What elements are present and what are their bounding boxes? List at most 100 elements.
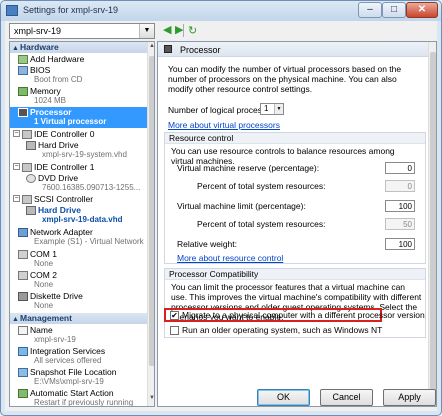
reserve-percent-field <box>385 180 415 192</box>
tree-item-label: Processor <box>30 107 72 117</box>
more-about-virtual-processors-link[interactable]: More about virtual processors <box>168 120 280 130</box>
scroll-down-icon[interactable]: ▼ <box>148 395 154 405</box>
controller-icon <box>22 195 32 204</box>
tree-item-label: SCSI Controller <box>34 194 94 204</box>
vm-selector[interactable]: xmpl-srv-19 ▼ <box>9 23 155 39</box>
reserve-input[interactable] <box>385 162 415 174</box>
tree-item-hard-drive-data[interactable]: Hard Drive xmpl-srv-19-data.vhd <box>10 205 147 225</box>
tree-item-label: DVD Drive <box>38 173 79 183</box>
forward-arrow-icon[interactable]: ▶ <box>175 25 186 36</box>
scrollbar-thumb[interactable] <box>149 56 154 366</box>
tree-item-detail: xmpl-srv-19-system.vhd <box>42 150 127 159</box>
settings-window: Settings for xmpl-srv-19 – □ ✕ xmpl-srv-… <box>0 0 442 416</box>
tree-item-automatic-start[interactable]: Automatic Start Action Restart if previo… <box>10 388 147 406</box>
tree-item-hard-drive-system[interactable]: Hard Drive xmpl-srv-19-system.vhd <box>10 140 147 160</box>
tree-item-label: Hard Drive <box>38 205 81 215</box>
snapshot-icon <box>18 368 28 377</box>
limit-label: Virtual machine limit (percentage): <box>177 201 306 211</box>
refresh-icon[interactable]: ↻ <box>188 24 197 37</box>
collapse-icon: ▲ <box>12 316 19 323</box>
migrate-label[interactable]: Migrate to a physical computer with a di… <box>182 310 425 320</box>
tree-item-label: Add Hardware <box>30 54 85 64</box>
tree-scrollbar[interactable]: ▲ ▼ <box>147 42 154 406</box>
tree-item-label: BIOS <box>30 65 51 75</box>
vm-selector-value: xmpl-srv-19 <box>14 26 62 36</box>
limit-input[interactable] <box>385 200 415 212</box>
toolbar-divider <box>183 24 184 37</box>
back-arrow-icon[interactable]: ◀ <box>163 25 174 36</box>
older-os-label[interactable]: Run an older operating system, such as W… <box>182 325 382 335</box>
tree-item-memory[interactable]: Memory 1024 MB <box>10 86 147 106</box>
diskette-icon <box>18 292 28 301</box>
collapse-toggle-icon[interactable]: − <box>13 130 20 137</box>
limit-percent-field <box>385 218 415 230</box>
tree-item-network-adapter[interactable]: Network Adapter Example (S1) - Virtual N… <box>10 227 147 247</box>
tree-item-detail: 7600.16385.090713-1255... <box>42 183 141 192</box>
older-os-checkbox[interactable] <box>170 326 179 335</box>
tree-item-label: IDE Controller 1 <box>34 162 95 172</box>
hard-drive-icon <box>26 141 36 150</box>
reserve-percent-label: Percent of total system resources: <box>197 181 326 191</box>
tree-item-label: Network Adapter <box>30 227 93 237</box>
tree-item-label: Name <box>30 325 53 335</box>
close-button[interactable]: ✕ <box>406 2 438 18</box>
cancel-button[interactable]: Cancel <box>320 389 373 406</box>
tree-item-label: Integration Services <box>30 346 106 356</box>
tree-item-bios[interactable]: BIOS Boot from CD <box>10 65 147 85</box>
tree-item-detail: All services offered <box>34 356 102 365</box>
dialog-client: xmpl-srv-19 ▼ ◀ ▶ ↻ ▲Hardware Add Hardwa… <box>5 21 437 411</box>
scroll-up-icon[interactable]: ▲ <box>148 43 154 53</box>
tree-item-detail: E:\VMs\xmpl-srv-19 <box>34 377 104 386</box>
tree-item-diskette-drive[interactable]: Diskette Drive None <box>10 291 147 311</box>
tree-item-processor[interactable]: Processor 1 Virtual processor <box>10 107 147 128</box>
more-about-resource-control-link[interactable]: More about resource control <box>177 253 283 263</box>
controller-icon <box>22 163 32 172</box>
dvd-drive-icon <box>26 174 36 183</box>
tree-item-label: Automatic Start Action <box>30 388 114 398</box>
com-port-icon <box>18 250 28 259</box>
tree-item-com-1[interactable]: COM 1 None <box>10 249 147 269</box>
tree-item-label: COM 1 <box>30 249 57 259</box>
minimize-button[interactable]: – <box>358 2 382 18</box>
resource-control-header: Resource control <box>165 133 425 144</box>
tree-item-scsi-controller[interactable]: − SCSI Controller <box>10 194 147 205</box>
tree-item-detail: None <box>34 259 54 268</box>
tree-item-detail: Boot from CD <box>34 75 83 84</box>
resource-control-group: Resource control You can use resource co… <box>164 132 426 264</box>
tree-item-detail: 1 Virtual processor <box>34 117 107 126</box>
panel-scrollbar[interactable] <box>428 42 436 406</box>
tree-item-dvd-drive[interactable]: DVD Drive 7600.16385.090713-1255... <box>10 173 147 193</box>
maximize-button[interactable]: □ <box>382 2 406 18</box>
com-port-icon <box>18 271 28 280</box>
tree-item-com-2[interactable]: COM 2 None <box>10 270 147 290</box>
tree-item-label: Diskette Drive <box>30 291 83 301</box>
tree-item-add-hardware[interactable]: Add Hardware <box>10 54 147 65</box>
tree-item-detail: xmpl-srv-19-data.vhd <box>42 215 123 224</box>
processor-icon <box>164 45 172 53</box>
num-processors-select[interactable]: 1 ▼ <box>260 103 284 115</box>
weight-label: Relative weight: <box>177 239 238 249</box>
tree-item-ide-controller-1[interactable]: − IDE Controller 1 <box>10 162 147 173</box>
start-action-icon <box>18 389 28 398</box>
name-tag-icon <box>18 326 28 335</box>
processor-compatibility-header: Processor Compatibility <box>165 269 425 280</box>
collapse-toggle-icon[interactable]: − <box>13 195 20 202</box>
weight-input[interactable] <box>385 238 415 250</box>
tree-item-detail: None <box>34 280 54 289</box>
ok-button[interactable]: OK <box>257 389 310 406</box>
tree-item-name[interactable]: Name xmpl-srv-19 <box>10 325 147 345</box>
title-bar: Settings for xmpl-srv-19 – □ ✕ <box>1 1 441 21</box>
tree-item-integration-services[interactable]: Integration Services All services offere… <box>10 346 147 366</box>
collapse-icon: ▲ <box>12 45 19 52</box>
section-hardware[interactable]: ▲Hardware <box>10 42 147 53</box>
migrate-checkbox[interactable]: ✔ <box>170 311 179 320</box>
scrollbar-thumb[interactable] <box>430 52 436 396</box>
check-mark-icon: ✔ <box>171 311 178 320</box>
tree-item-label: Hard Drive <box>38 140 79 150</box>
apply-button[interactable]: Apply <box>383 389 436 406</box>
collapse-toggle-icon[interactable]: − <box>13 163 20 170</box>
tree-item-label: IDE Controller 0 <box>34 129 95 139</box>
tree-item-ide-controller-0[interactable]: − IDE Controller 0 <box>10 129 147 140</box>
section-management[interactable]: ▲Management <box>10 313 147 324</box>
tree-item-snapshot-location[interactable]: Snapshot File Location E:\VMs\xmpl-srv-1… <box>10 367 147 387</box>
